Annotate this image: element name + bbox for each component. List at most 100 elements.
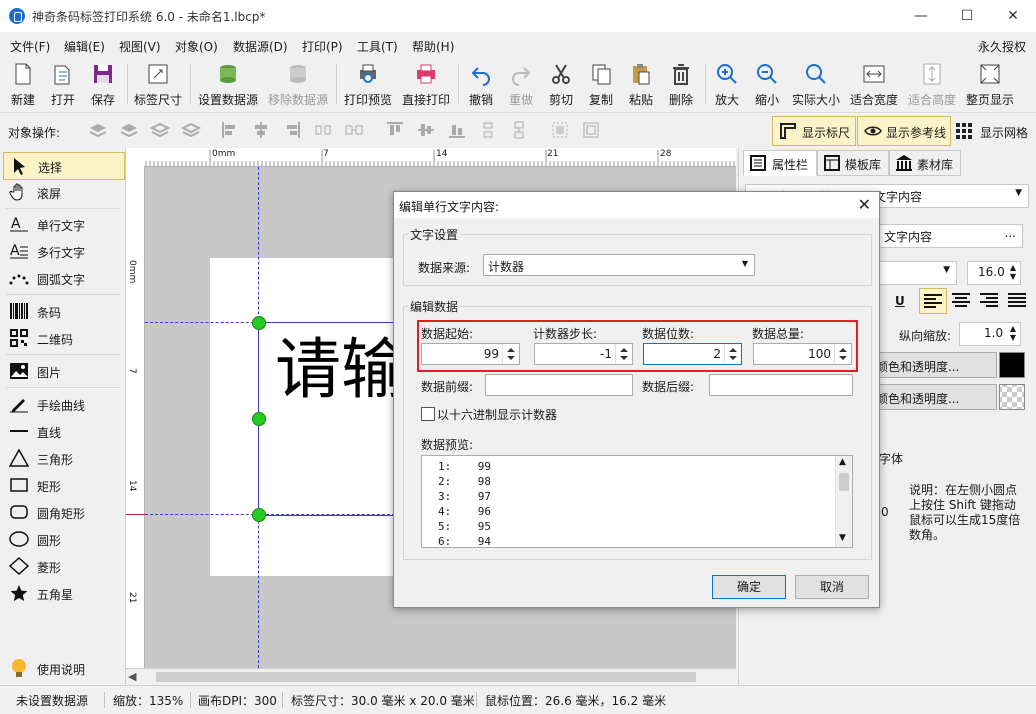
tab-templates[interactable]: 模板库 <box>817 150 889 176</box>
spinner-icon[interactable]: ▲ ▼ <box>1010 324 1016 342</box>
scroll-up-icon[interactable]: ▲ <box>839 457 846 467</box>
group-icon[interactable] <box>550 120 570 140</box>
align-top-icon[interactable] <box>385 120 405 140</box>
scroll-down-icon[interactable]: ▼ <box>839 533 846 543</box>
tool-barcode[interactable]: 条码 <box>3 298 123 324</box>
zoom-in-button[interactable]: 放大 <box>707 58 747 110</box>
minimize-button[interactable]: — <box>898 0 944 32</box>
tool-image[interactable]: 图片 <box>3 358 123 384</box>
more-icon[interactable]: ... <box>1005 226 1016 240</box>
spinner-arrows[interactable] <box>834 344 851 364</box>
fit-width-button[interactable]: 适合宽度 <box>846 58 902 110</box>
step-spinner[interactable]: -1 <box>534 343 633 365</box>
tool-diamond[interactable]: 菱形 <box>3 553 123 579</box>
distribute-v-icon[interactable] <box>478 120 498 140</box>
tool-rectangle[interactable]: 矩形 <box>3 472 123 498</box>
menu-view[interactable]: 视图(V) <box>119 38 161 55</box>
menu-datasource[interactable]: 数据源(D) <box>233 38 288 55</box>
spinner-arrows[interactable] <box>502 344 519 364</box>
text-color-button[interactable]: 颜色和透明度... <box>871 352 997 378</box>
show-grid-label[interactable]: 显示网格 <box>980 124 1028 141</box>
menu-object[interactable]: 对象(O) <box>175 38 218 55</box>
horizontal-scrollbar[interactable]: ◀ <box>126 668 736 686</box>
preview-scrollbar[interactable]: ▲ ▼ <box>835 456 852 547</box>
tool-multi-text[interactable]: A 多行文字 <box>3 238 123 264</box>
bring-forward-icon[interactable] <box>119 120 139 140</box>
save-button[interactable]: 保存 <box>82 58 124 110</box>
cut-button[interactable]: 剪切 <box>541 58 581 110</box>
menu-tools[interactable]: 工具(T) <box>357 38 398 55</box>
fit-height-button[interactable]: 适合高度 <box>904 58 960 110</box>
source-select[interactable]: 计数器 ▼ <box>483 254 755 276</box>
menu-file[interactable]: 文件(F) <box>10 38 50 55</box>
align-middle-icon[interactable] <box>416 120 436 140</box>
menu-help[interactable]: 帮助(H) <box>412 38 454 55</box>
justify-icon[interactable] <box>1007 292 1027 308</box>
total-spinner[interactable]: 100 <box>753 343 852 365</box>
delete-button[interactable]: 删除 <box>661 58 701 110</box>
tool-qrcode[interactable]: 二维码 <box>3 325 123 351</box>
scroll-thumb[interactable] <box>839 473 849 491</box>
prefix-input[interactable] <box>485 374 633 396</box>
direct-print-button[interactable]: 直接打印 <box>398 58 454 110</box>
tool-circle[interactable]: 圆形 <box>3 526 123 552</box>
hex-checkbox[interactable] <box>421 407 435 421</box>
underline-icon[interactable]: U <box>895 294 905 308</box>
paste-button[interactable]: 粘贴 <box>621 58 661 110</box>
tool-freehand[interactable]: 手绘曲线 <box>3 391 123 417</box>
zoom-out-button[interactable]: 缩小 <box>747 58 787 110</box>
show-guides-toggle[interactable]: 显示参考线 <box>857 116 951 146</box>
show-ruler-toggle[interactable]: 显示标尺 <box>772 116 856 146</box>
vscale-field[interactable]: 1.0 ▲ ▼ <box>959 322 1021 346</box>
undo-button[interactable]: 撤销 <box>461 58 501 110</box>
spinner-arrows[interactable] <box>615 344 632 364</box>
font-size-field[interactable]: 16.0 ▲ ▼ <box>967 261 1021 285</box>
fit-page-button[interactable]: 整页显示 <box>962 58 1018 110</box>
menu-print[interactable]: 打印(P) <box>302 38 343 55</box>
distribute-h-icon[interactable] <box>313 120 333 140</box>
maximize-button[interactable]: ☐ <box>944 0 990 32</box>
digits-spinner[interactable]: 2 <box>643 343 742 365</box>
label-size-button[interactable]: 标签尺寸 <box>130 58 186 110</box>
tool-single-text[interactable]: A 单行文字 <box>3 211 123 237</box>
close-button[interactable]: ✕ <box>990 0 1036 32</box>
align-center-icon[interactable] <box>251 120 271 140</box>
suffix-input[interactable] <box>709 374 853 396</box>
spinner-arrows[interactable] <box>724 344 741 364</box>
resize-handle[interactable] <box>252 316 266 330</box>
send-backward-icon[interactable] <box>150 120 170 140</box>
open-button[interactable]: 打开 <box>42 58 84 110</box>
send-back-icon[interactable] <box>181 120 201 140</box>
tool-rounded-rect[interactable]: 圆角矩形 <box>3 499 123 525</box>
bring-front-icon[interactable] <box>88 120 108 140</box>
tab-materials[interactable]: 素材库 <box>889 150 961 176</box>
ungroup-icon[interactable] <box>581 120 601 140</box>
bg-color-button[interactable]: 颜色和透明度... <box>871 384 997 410</box>
same-width-icon[interactable] <box>344 120 364 140</box>
menu-edit[interactable]: 编辑(E) <box>64 38 105 55</box>
remove-datasource-button[interactable]: 移除数据源 <box>264 58 332 110</box>
tab-properties[interactable]: 属性栏 <box>743 150 817 176</box>
align-bottom-icon[interactable] <box>447 120 467 140</box>
scroll-left-icon[interactable]: ◀ <box>128 670 136 683</box>
align-right-icon[interactable] <box>979 292 999 308</box>
actual-size-button[interactable]: 实际大小 <box>789 58 843 110</box>
help-instructions-button[interactable]: 使用说明 <box>3 655 123 681</box>
tool-arc-text[interactable]: 圆弧文字 <box>3 265 123 291</box>
ok-button[interactable]: 确定 <box>712 575 786 599</box>
grid-icon[interactable] <box>956 123 972 139</box>
tool-line[interactable]: 直线 <box>3 418 123 444</box>
tool-star[interactable]: 五角星 <box>3 580 123 606</box>
cancel-button[interactable]: 取消 <box>795 575 869 599</box>
tool-scroll[interactable]: 滚屏 <box>3 179 123 205</box>
set-datasource-button[interactable]: 设置数据源 <box>194 58 262 110</box>
align-center-icon[interactable] <box>951 292 971 308</box>
bg-color-swatch[interactable] <box>999 384 1025 410</box>
align-right-icon[interactable] <box>282 120 302 140</box>
copy-button[interactable]: 复制 <box>581 58 621 110</box>
text-color-swatch[interactable] <box>999 352 1025 378</box>
resize-handle[interactable] <box>252 412 266 426</box>
resize-handle[interactable] <box>252 508 266 522</box>
tool-triangle[interactable]: 三角形 <box>3 445 123 471</box>
start-spinner[interactable]: 99 <box>421 343 520 365</box>
